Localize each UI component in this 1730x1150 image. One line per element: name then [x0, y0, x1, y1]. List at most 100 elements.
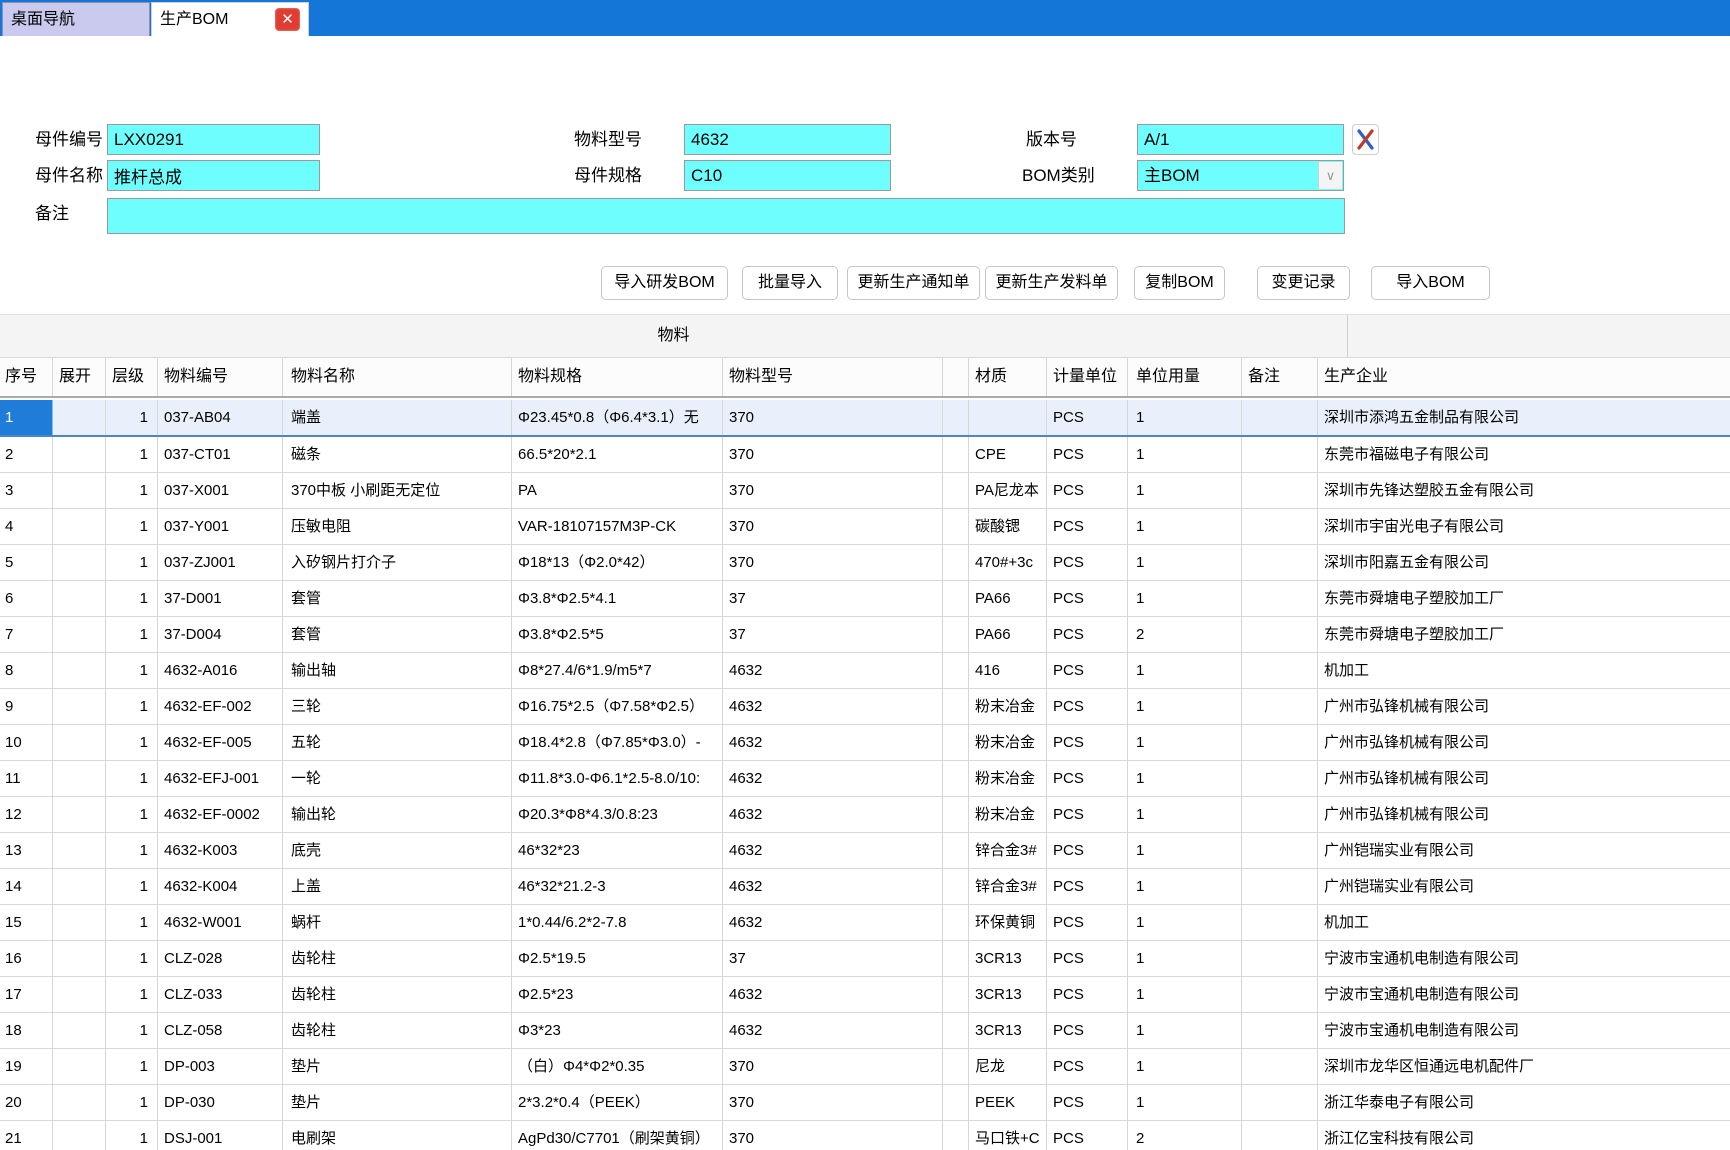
cell-spec[interactable]: Φ18.4*2.8（Φ7.85*Φ3.0）- [512, 725, 723, 760]
cell-spec[interactable]: Φ3.8*Φ2.5*4.1 [512, 581, 723, 616]
cell-code[interactable]: 37-D004 [158, 617, 283, 652]
cell-qty[interactable]: 1 [1128, 689, 1242, 724]
cell-model[interactable]: 4632 [723, 761, 943, 796]
cell-material[interactable]: 碳酸锶 [969, 509, 1047, 544]
table-row[interactable]: 10 1 4632-EF-005 五轮 Φ18.4*2.8（Φ7.85*Φ3.0… [0, 725, 1730, 761]
cell-material[interactable]: CPE [969, 437, 1047, 472]
cell-spec[interactable]: （白）Φ4*Φ2*0.35 [512, 1049, 723, 1084]
cell-level[interactable]: 1 [106, 869, 158, 904]
col-header-code[interactable]: 物料编号 [158, 358, 283, 396]
cell-remark[interactable] [1242, 833, 1318, 868]
update-prod-notice-button[interactable]: 更新生产通知单 [847, 266, 980, 300]
cell-unit[interactable]: PCS [1047, 941, 1128, 976]
cell-remark[interactable] [1242, 797, 1318, 832]
cell-model[interactable]: 370 [723, 1085, 943, 1120]
cell-material[interactable]: 尼龙 [969, 1049, 1047, 1084]
cell-spec[interactable]: Φ2.5*23 [512, 977, 723, 1012]
mother-code-field[interactable] [107, 124, 320, 155]
edit-tools-icon[interactable] [1352, 124, 1379, 155]
cell-name[interactable]: 三轮 [283, 689, 512, 724]
cell-name[interactable]: 电刷架 [283, 1121, 512, 1150]
cell-model[interactable]: 37 [723, 941, 943, 976]
cell-material[interactable]: 3CR13 [969, 941, 1047, 976]
batch-import-button[interactable]: 批量导入 [742, 266, 838, 300]
cell-name[interactable]: 套管 [283, 617, 512, 652]
cell-remark[interactable] [1242, 545, 1318, 580]
cell-level[interactable]: 1 [106, 545, 158, 580]
cell-spec[interactable]: 46*32*21.2-3 [512, 869, 723, 904]
table-row[interactable]: 1 1 037-AB04 端盖 Φ23.45*0.8（Φ6.4*3.1）无 37… [0, 400, 1730, 437]
cell-level[interactable]: 1 [106, 1013, 158, 1048]
cell-seq[interactable]: 1 [0, 400, 53, 435]
table-row[interactable]: 9 1 4632-EF-002 三轮 Φ16.75*2.5（Φ7.58*Φ2.5… [0, 689, 1730, 725]
cell-spec[interactable]: Φ11.8*3.0-Φ6.1*2.5-8.0/10: [512, 761, 723, 796]
tab-desktop-nav[interactable]: 桌面导航 [2, 2, 150, 36]
cell-company[interactable]: 深圳市添鸿五金制品有限公司 [1318, 400, 1730, 435]
cell-name[interactable]: 端盖 [283, 400, 512, 435]
cell-seq[interactable]: 21 [0, 1121, 53, 1150]
cell-spec[interactable]: PA [512, 473, 723, 508]
cell-model[interactable]: 4632 [723, 653, 943, 688]
table-row[interactable]: 6 1 37-D001 套管 Φ3.8*Φ2.5*4.1 37 PA66 PCS… [0, 581, 1730, 617]
cell-qty[interactable]: 2 [1128, 1121, 1242, 1150]
cell-remark[interactable] [1242, 869, 1318, 904]
col-header-name[interactable]: 物料名称 [283, 358, 512, 396]
cell-company[interactable]: 广州市弘锋机械有限公司 [1318, 689, 1730, 724]
cell-qty[interactable]: 2 [1128, 617, 1242, 652]
table-row[interactable]: 21 1 DSJ-001 电刷架 AgPd30/C7701（刷架黄铜） 370 … [0, 1121, 1730, 1150]
cell-model[interactable]: 370 [723, 1121, 943, 1150]
cell-name[interactable]: 垫片 [283, 1049, 512, 1084]
cell-code[interactable]: 37-D001 [158, 581, 283, 616]
cell-seq[interactable]: 19 [0, 1049, 53, 1084]
cell-code[interactable]: DP-003 [158, 1049, 283, 1084]
cell-company[interactable]: 宁波市宝通机电制造有限公司 [1318, 941, 1730, 976]
cell-qty[interactable]: 1 [1128, 437, 1242, 472]
cell-company[interactable]: 东莞市舜塘电子塑胶加工厂 [1318, 617, 1730, 652]
cell-level[interactable]: 1 [106, 437, 158, 472]
cell-remark[interactable] [1242, 1013, 1318, 1048]
cell-level[interactable]: 1 [106, 581, 158, 616]
table-row[interactable]: 3 1 037-X001 370中板 小刷距无定位 PA 370 PA尼龙本 P… [0, 473, 1730, 509]
cell-expand[interactable] [53, 1085, 106, 1120]
cell-remark[interactable] [1242, 473, 1318, 508]
cell-code[interactable]: 4632-W001 [158, 905, 283, 940]
cell-qty[interactable]: 1 [1128, 977, 1242, 1012]
cell-company[interactable]: 广州市弘锋机械有限公司 [1318, 725, 1730, 760]
cell-remark[interactable] [1242, 1121, 1318, 1150]
cell-code[interactable]: DSJ-001 [158, 1121, 283, 1150]
cell-remark[interactable] [1242, 725, 1318, 760]
cell-material[interactable]: 粉末冶金 [969, 725, 1047, 760]
cell-unit[interactable]: PCS [1047, 1013, 1128, 1048]
cell-code[interactable]: 037-X001 [158, 473, 283, 508]
update-prod-issue-button[interactable]: 更新生产发料单 [985, 266, 1118, 300]
table-row[interactable]: 18 1 CLZ-058 齿轮柱 Φ3*23 4632 3CR13 PCS 1 … [0, 1013, 1730, 1049]
cell-unit[interactable]: PCS [1047, 1049, 1128, 1084]
cell-unit[interactable]: PCS [1047, 1121, 1128, 1150]
cell-name[interactable]: 套管 [283, 581, 512, 616]
cell-expand[interactable] [53, 509, 106, 544]
cell-unit[interactable]: PCS [1047, 833, 1128, 868]
cell-remark[interactable] [1242, 761, 1318, 796]
cell-model[interactable]: 4632 [723, 1013, 943, 1048]
cell-expand[interactable] [53, 905, 106, 940]
cell-model[interactable]: 370 [723, 509, 943, 544]
cell-model[interactable]: 370 [723, 473, 943, 508]
cell-remark[interactable] [1242, 905, 1318, 940]
table-row[interactable]: 17 1 CLZ-033 齿轮柱 Φ2.5*23 4632 3CR13 PCS … [0, 977, 1730, 1013]
col-header-material[interactable]: 材质 [969, 358, 1047, 396]
cell-material[interactable]: PA尼龙本 [969, 473, 1047, 508]
cell-spec[interactable]: Φ20.3*Φ8*4.3/0.8:23 [512, 797, 723, 832]
cell-model[interactable]: 370 [723, 400, 943, 435]
cell-model[interactable]: 4632 [723, 689, 943, 724]
cell-expand[interactable] [53, 545, 106, 580]
cell-seq[interactable]: 7 [0, 617, 53, 652]
chevron-down-icon[interactable]: ∨ [1318, 162, 1342, 189]
cell-level[interactable]: 1 [106, 653, 158, 688]
cell-qty[interactable]: 1 [1128, 797, 1242, 832]
cell-spec[interactable]: 2*3.2*0.4（PEEK） [512, 1085, 723, 1120]
cell-company[interactable]: 宁波市宝通机电制造有限公司 [1318, 977, 1730, 1012]
cell-remark[interactable] [1242, 437, 1318, 472]
cell-name[interactable]: 齿轮柱 [283, 977, 512, 1012]
cell-remark[interactable] [1242, 689, 1318, 724]
cell-unit[interactable]: PCS [1047, 400, 1128, 435]
